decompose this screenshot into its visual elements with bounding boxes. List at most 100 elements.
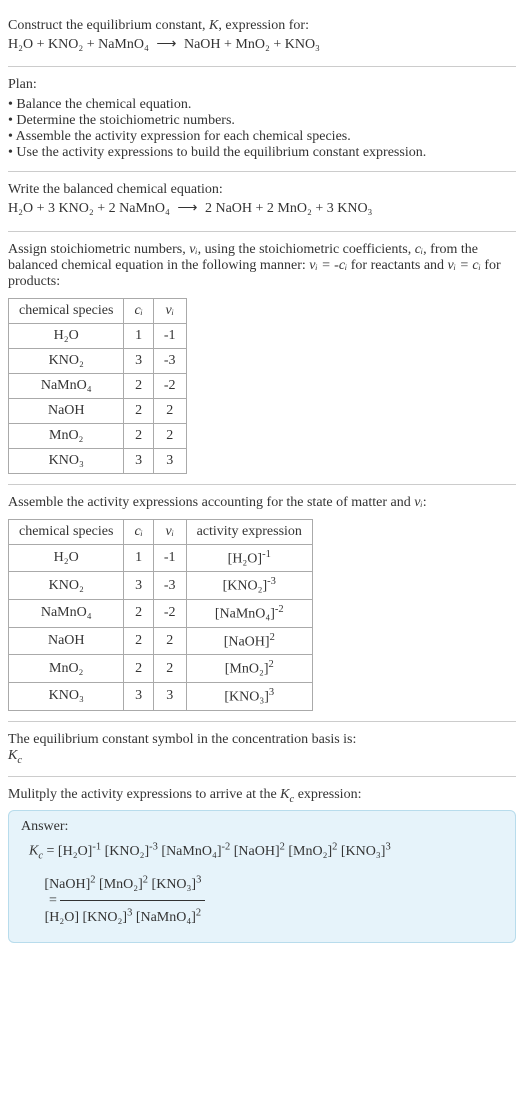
cell-ci: 2 <box>124 600 153 628</box>
ci-header: cᵢ <box>134 303 142 318</box>
cell-nu: 2 <box>153 398 186 423</box>
cell-ci: 3 <box>124 683 153 711</box>
col-nu: νᵢ <box>153 298 186 323</box>
term: [KNO₃]3 <box>152 877 202 892</box>
text: Construct the equilibrium constant, <box>8 18 209 33</box>
kc-k: K <box>29 844 38 859</box>
relation: νᵢ = cᵢ <box>448 258 481 273</box>
table-row: KNO₂3-3 <box>9 348 187 373</box>
cell-species: NaMnO₄ <box>9 373 124 398</box>
col-nu: νᵢ <box>153 519 186 544</box>
cell-species: KNO₂ <box>9 348 124 373</box>
activity-table: chemical species cᵢ νᵢ activity expressi… <box>8 519 313 711</box>
k: K <box>280 787 289 802</box>
cell-ci: 2 <box>124 423 153 448</box>
stoich-intro: Assign stoichiometric numbers, νᵢ, using… <box>8 242 516 290</box>
exp: 3 <box>196 874 201 885</box>
exp: 2 <box>269 659 274 670</box>
plan-item: Assemble the activity expression for eac… <box>8 129 516 145</box>
base: [NaMnO₄] <box>215 607 275 622</box>
term: [KNO₂]3 <box>83 910 133 925</box>
arrow-icon: ⟶ <box>152 34 180 56</box>
eq-rhs: 2 NaOH + 2 MnO₂ + 3 KNO₃ <box>205 201 373 216</box>
base: [KNO₃] <box>224 690 269 705</box>
cell-ci: 3 <box>124 448 153 473</box>
cell-nu: 2 <box>153 627 186 655</box>
cell-activity: [H₂O]-1 <box>186 544 312 572</box>
section-stoichiometry: Assign stoichiometric numbers, νᵢ, using… <box>8 232 516 485</box>
term: [NaOH]2 <box>234 844 285 859</box>
nu-symbol: νᵢ <box>189 242 197 257</box>
table-row: KNO₂3-3[KNO₂]-3 <box>9 572 313 600</box>
table-row: KNO₃33 <box>9 448 187 473</box>
table-row: NaOH22[NaOH]2 <box>9 627 313 655</box>
cell-nu: -3 <box>153 348 186 373</box>
cell-nu: -3 <box>153 572 186 600</box>
table-row: MnO₂22[MnO₂]2 <box>9 655 313 683</box>
text: Assemble the activity expressions accoun… <box>8 495 414 510</box>
ci-symbol: cᵢ <box>415 242 423 257</box>
cell-nu: 2 <box>153 655 186 683</box>
exp: -3 <box>149 841 158 852</box>
base: [KNO₃] <box>152 877 197 892</box>
plan-list: Balance the chemical equation. Determine… <box>8 97 516 161</box>
exp: -1 <box>262 549 271 560</box>
cell-activity: [NaOH]2 <box>186 627 312 655</box>
term: [H₂O] <box>45 910 79 925</box>
col-activity: activity expression <box>186 519 312 544</box>
cell-ci: 3 <box>124 572 153 600</box>
cell-species: KNO₃ <box>9 683 124 711</box>
cell-nu: -1 <box>153 323 186 348</box>
section-activity: Assemble the activity expressions accoun… <box>8 485 516 722</box>
exp: 2 <box>90 874 95 885</box>
base: [NaMnO₄] <box>136 910 196 925</box>
arrow-icon: ⟶ <box>173 198 201 220</box>
cell-activity: [NaMnO₄]-2 <box>186 600 312 628</box>
c-sub: c <box>17 755 22 766</box>
exp: 2 <box>332 841 337 852</box>
cell-nu: -2 <box>153 600 186 628</box>
section-kc-symbol: The equilibrium constant symbol in the c… <box>8 722 516 777</box>
eq-rhs: NaOH + MnO₂ + KNO₃ <box>184 37 320 52</box>
stoichiometry-table: chemical species cᵢ νᵢ H₂O1-1 KNO₂3-3 Na… <box>8 298 187 474</box>
exp: -2 <box>275 604 284 615</box>
term: [NaMnO₄]-2 <box>161 844 230 859</box>
construct-text: Construct the equilibrium constant, K, e… <box>8 18 516 34</box>
balanced-equation: H₂O + 3 KNO₂ + 2 NaMnO₄ ⟶ 2 NaOH + 2 MnO… <box>8 198 516 220</box>
cell-ci: 2 <box>124 398 153 423</box>
cell-ci: 1 <box>124 323 153 348</box>
ci-header: cᵢ <box>134 524 142 539</box>
base: [H₂O] <box>45 910 79 925</box>
col-species: chemical species <box>9 519 124 544</box>
denominator: [H₂O] [KNO₂]3 [NaMnO₄]2 <box>60 901 205 933</box>
eq-lhs: H₂O + 3 KNO₂ + 2 NaMnO₄ <box>8 201 170 216</box>
text: Assign stoichiometric numbers, <box>8 242 189 257</box>
plan-title: Plan: <box>8 77 516 93</box>
relation: νᵢ = -cᵢ <box>309 258 347 273</box>
section-multiply: Mulitply the activity expressions to arr… <box>8 777 516 953</box>
base: [KNO₂] <box>223 579 268 594</box>
cell-activity: [KNO₂]-3 <box>186 572 312 600</box>
base: [H₂O] <box>228 551 262 566</box>
base: [KNO₂] <box>105 844 150 859</box>
cell-species: H₂O <box>9 544 124 572</box>
base: [NaOH] <box>234 844 280 859</box>
cell-nu: -2 <box>153 373 186 398</box>
term: [KNO₃]3 <box>341 844 391 859</box>
nu-symbol: νᵢ <box>414 495 422 510</box>
col-species: chemical species <box>9 298 124 323</box>
exp: -2 <box>222 841 231 852</box>
exp: -1 <box>92 841 101 852</box>
cell-species: MnO₂ <box>9 655 124 683</box>
cell-ci: 2 <box>124 373 153 398</box>
answer-expression: Kc = [H₂O]-1 [KNO₂]-3 [NaMnO₄]-2 [NaOH]2… <box>21 835 503 933</box>
kc-symbol: Kc <box>8 748 516 766</box>
cell-nu: 2 <box>153 423 186 448</box>
text: : <box>423 495 427 510</box>
fraction: [NaOH]2 [MnO₂]2 [KNO₃]3 [H₂O] [KNO₂]3 [N… <box>60 868 205 934</box>
cell-ci: 2 <box>124 627 153 655</box>
base: [NaOH] <box>224 634 270 649</box>
cell-ci: 3 <box>124 348 153 373</box>
base: [NaOH] <box>44 877 90 892</box>
table-header-row: chemical species cᵢ νᵢ <box>9 298 187 323</box>
